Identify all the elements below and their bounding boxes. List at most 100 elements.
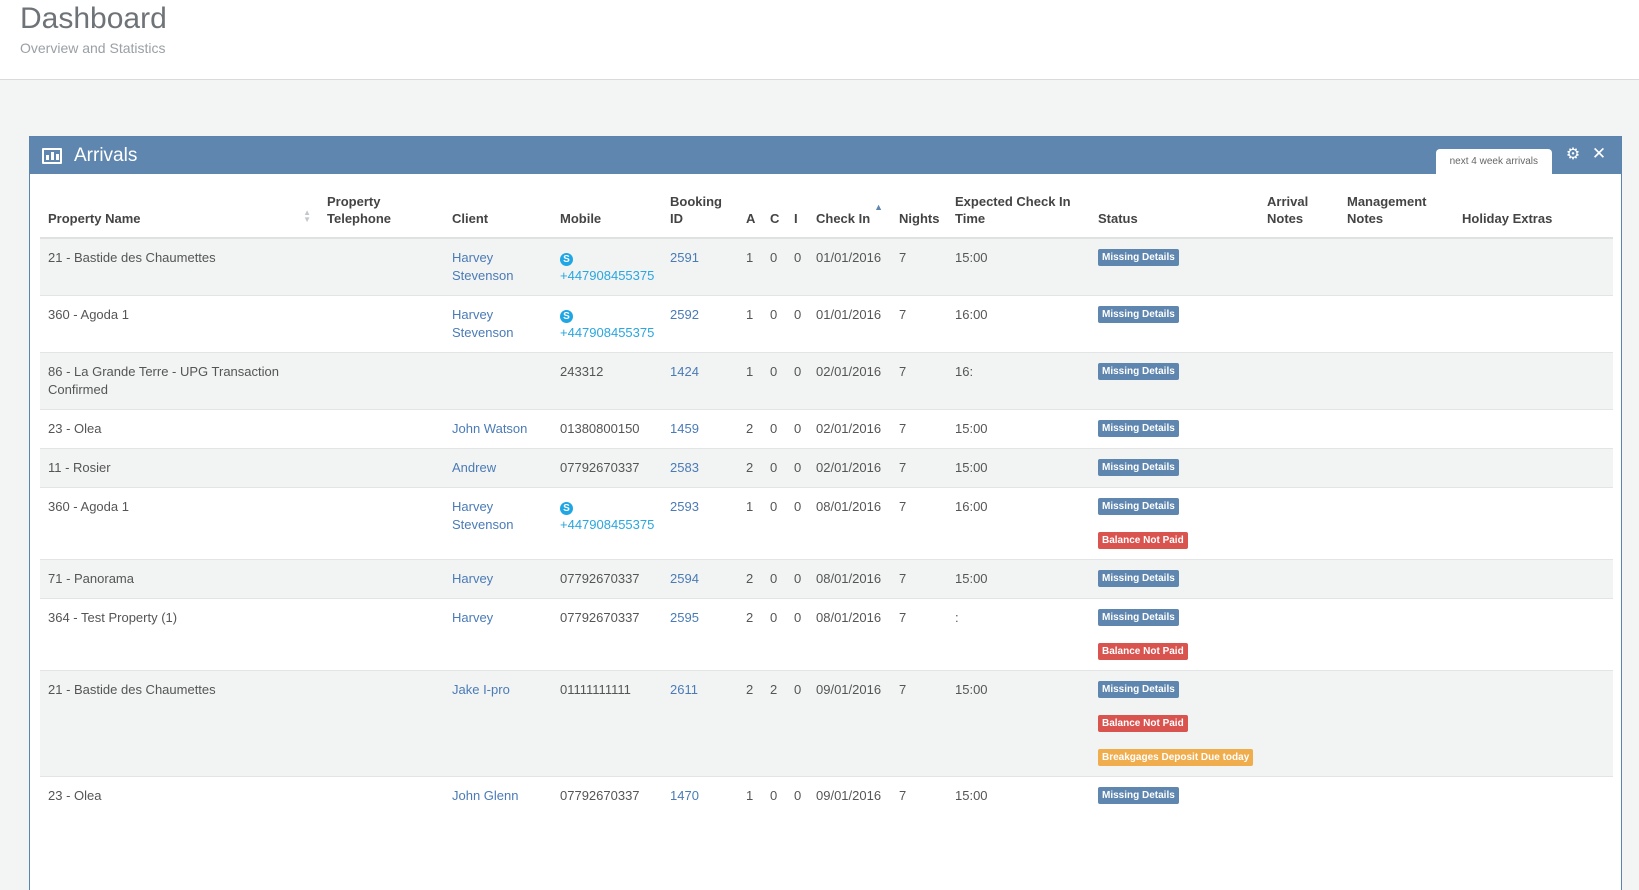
infants-count-cell: 0 — [786, 776, 808, 815]
property-name-cell: 23 - Olea — [40, 409, 319, 449]
column-header-nights[interactable]: Nights — [891, 193, 947, 239]
holiday-extras-cell — [1454, 487, 1613, 560]
mobile-skype-link[interactable]: +447908455375 — [560, 268, 654, 283]
page-subtitle: Overview and Statistics — [20, 40, 166, 56]
close-icon[interactable]: ✕ — [1591, 145, 1607, 162]
booking-id-link[interactable]: 2593 — [670, 499, 699, 514]
booking-id-link-cell: 1470 — [662, 776, 738, 815]
check-in-date: 08/01/2016 — [816, 571, 882, 586]
management-notes-cell — [1339, 237, 1454, 296]
column-header-label: Status — [1098, 211, 1138, 226]
column-header-holiday-extras[interactable]: Holiday Extras — [1454, 193, 1613, 239]
booking-id-link[interactable]: 2583 — [670, 460, 699, 475]
client-link[interactable]: John Watson — [452, 421, 527, 436]
children-count-cell: 0 — [762, 237, 786, 296]
holiday-extras-cell — [1454, 409, 1613, 449]
property-telephone-cell — [319, 237, 444, 296]
booking-id-link[interactable]: 1424 — [670, 364, 699, 379]
nights-count: 7 — [899, 788, 907, 803]
children-count-cell: 0 — [762, 559, 786, 599]
holiday-extras-cell — [1454, 352, 1613, 410]
children-count-cell: 0 — [762, 352, 786, 410]
check-in-date-cell: 01/01/2016 — [808, 237, 891, 296]
client-link[interactable]: Harvey — [452, 610, 493, 625]
expected-check-in-time: 16:00 — [955, 307, 988, 322]
mobile-number: 07792670337 — [560, 460, 640, 475]
client-link[interactable]: Harvey Stevenson — [452, 499, 513, 532]
sort-both-icon[interactable]: ▲ ▼ — [303, 209, 311, 224]
mobile-number: 07792670337 — [560, 788, 640, 803]
mobile-cell: 07792670337 — [552, 559, 662, 599]
booking-id-link[interactable]: 1470 — [670, 788, 699, 803]
infants-count: 0 — [794, 250, 802, 265]
nights-count: 7 — [899, 421, 907, 436]
expected-check-in-time-cell: 15:00 — [947, 409, 1090, 449]
column-header-status[interactable]: Status — [1090, 193, 1259, 239]
nights-count-cell: 7 — [891, 448, 947, 488]
property-telephone-cell — [319, 598, 444, 671]
gear-icon[interactable]: ⚙ — [1565, 147, 1581, 163]
property-telephone-cell — [319, 487, 444, 560]
status-cell: Missing Details — [1090, 352, 1259, 410]
column-header-mobile[interactable]: Mobile — [552, 193, 662, 239]
client-link[interactable]: Jake I-pro — [452, 682, 510, 697]
column-header-i[interactable]: I — [786, 193, 808, 239]
booking-id-link[interactable]: 2592 — [670, 307, 699, 322]
booking-id-link[interactable]: 2591 — [670, 250, 699, 265]
booking-id-link[interactable]: 2594 — [670, 571, 699, 586]
arrivals-table: Property Name ▲ ▼ Property Telephone Client M… — [40, 193, 1613, 815]
infants-count: 0 — [794, 499, 802, 514]
client-link-cell: John Watson — [444, 409, 552, 449]
booking-id-link[interactable]: 2611 — [670, 682, 698, 697]
tab-next-4-week-arrivals[interactable]: next 4 week arrivals — [1435, 149, 1552, 175]
expected-check-in-time: : — [955, 610, 959, 625]
holiday-extras-cell — [1454, 295, 1613, 353]
column-header-property[interactable]: Property Name ▲ ▼ — [40, 193, 319, 239]
booking-id-link[interactable]: 2595 — [670, 610, 699, 625]
nights-count-cell: 7 — [891, 295, 947, 353]
arrival-notes-cell — [1259, 487, 1339, 560]
table-row: 364 - Test Property (1) Harvey 07792670337… — [40, 598, 1613, 671]
client-link[interactable]: Harvey — [452, 571, 493, 586]
page-title: Dashboard — [20, 2, 167, 35]
column-header-c[interactable]: C — [762, 193, 786, 239]
skype-icon[interactable]: S — [560, 253, 573, 266]
column-header-a[interactable]: A — [738, 193, 762, 239]
column-header-management-notes[interactable]: Management Notes — [1339, 193, 1454, 239]
management-notes-cell — [1339, 409, 1454, 449]
client-link[interactable]: Andrew — [452, 460, 496, 475]
adults-count: 2 — [746, 421, 754, 436]
mobile-skype-link[interactable]: +447908455375 — [560, 517, 654, 532]
status-badge: Missing Details — [1098, 420, 1179, 437]
client-link[interactable]: Harvey Stevenson — [452, 307, 513, 340]
children-count-cell: 2 — [762, 670, 786, 777]
status-badge: Balance Not Paid — [1098, 715, 1188, 732]
property-name-cell: 364 - Test Property (1) — [40, 598, 319, 671]
client-link-cell: Harvey Stevenson — [444, 237, 552, 296]
column-header-telephone[interactable]: Property Telephone — [319, 193, 444, 239]
column-header-client[interactable]: Client — [444, 193, 552, 239]
page-header: Dashboard Overview and Statistics — [0, 0, 1639, 80]
status-badge: Missing Details — [1098, 363, 1179, 380]
booking-id-link-cell: 2593 — [662, 487, 738, 560]
column-header-arrival-notes[interactable]: Arrival Notes — [1259, 193, 1339, 239]
sort-asc-icon[interactable]: ▲ — [874, 199, 883, 216]
column-header-expected-time[interactable]: Expected Check In Time — [947, 193, 1090, 239]
infants-count-cell: 0 — [786, 237, 808, 296]
arrival-notes-cell — [1259, 409, 1339, 449]
holiday-extras-cell — [1454, 237, 1613, 296]
column-header-booking-id[interactable]: Booking ID — [662, 193, 738, 239]
check-in-date: 01/01/2016 — [816, 307, 882, 322]
client-link-cell: Harvey Stevenson — [444, 487, 552, 560]
status-cell: Missing Details Balance Not Paid — [1090, 598, 1259, 671]
mobile-skype-link[interactable]: +447908455375 — [560, 325, 654, 340]
column-header-label: Management Notes — [1347, 194, 1427, 226]
client-link[interactable]: Harvey Stevenson — [452, 250, 513, 283]
status-badge: Missing Details — [1098, 681, 1179, 698]
skype-icon[interactable]: S — [560, 310, 573, 323]
skype-icon[interactable]: S — [560, 502, 573, 515]
adults-count-cell: 1 — [738, 295, 762, 353]
client-link[interactable]: John Glenn — [452, 788, 519, 803]
column-header-check-in[interactable]: Check In ▲ — [808, 193, 891, 239]
booking-id-link[interactable]: 1459 — [670, 421, 699, 436]
